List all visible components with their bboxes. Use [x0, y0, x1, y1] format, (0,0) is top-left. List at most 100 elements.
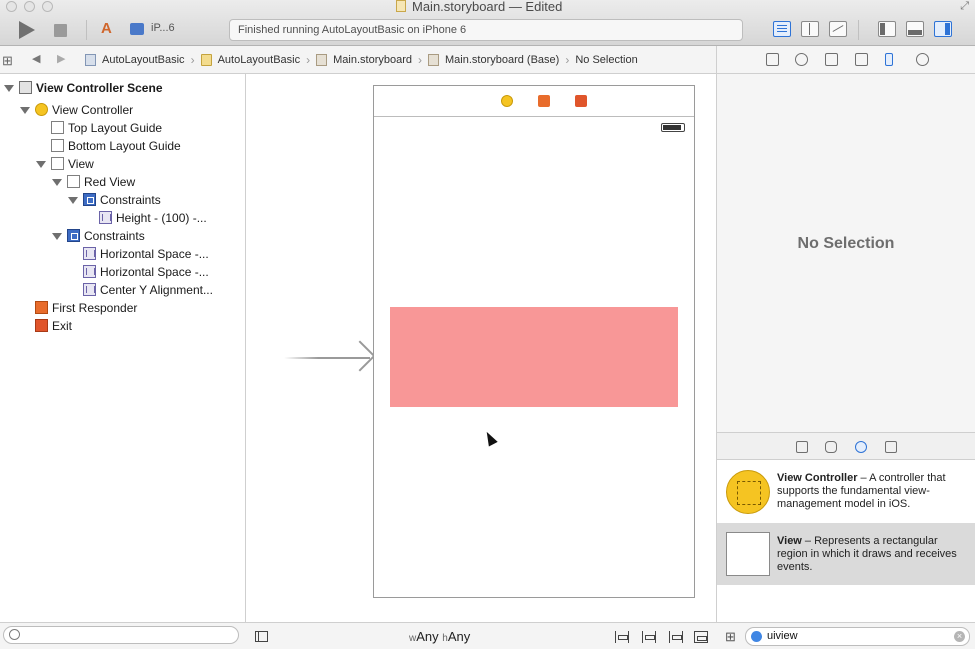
library-item-view-controller[interactable]: View Controller – A controller that supp…: [717, 460, 975, 522]
breadcrumb-storyboard[interactable]: Main.storyboard: [316, 54, 412, 66]
outline-label: First Responder: [52, 301, 138, 315]
run-button[interactable]: [19, 21, 35, 39]
debug-area-toggle-button[interactable]: [906, 21, 924, 37]
zoom-window-button[interactable]: [42, 1, 53, 12]
disclosure-triangle-icon[interactable]: [52, 179, 62, 186]
bottom-bar: wAny hAny ⊞ uiview ×: [0, 622, 975, 649]
device-icon[interactable]: [130, 23, 144, 35]
library-item-title: View Controller: [777, 472, 858, 484]
file-template-library-icon[interactable]: [796, 441, 808, 453]
outline-label: View Controller Scene: [36, 81, 163, 95]
outline-item-red-view[interactable]: Red View: [0, 173, 245, 191]
outline-label: View: [68, 157, 94, 171]
breadcrumb-storyboard-base[interactable]: Main.storyboard (Base): [428, 54, 559, 66]
clear-icon[interactable]: ×: [954, 631, 965, 642]
outline-item-view-controller[interactable]: View Controller: [0, 101, 245, 119]
outline-item-exit[interactable]: Exit: [0, 317, 245, 335]
outline-label: Red View: [84, 175, 136, 189]
constraint-icon: [83, 283, 96, 296]
outline-item-center-y-constraint[interactable]: Center Y Alignment...: [0, 281, 245, 299]
outline-item-scene[interactable]: View Controller Scene: [0, 79, 245, 97]
storyboard-file-icon: [396, 0, 406, 12]
standard-editor-button[interactable]: [773, 21, 791, 37]
close-window-button[interactable]: [6, 1, 17, 12]
toolbar-divider: [858, 20, 859, 40]
outline-item-first-responder[interactable]: First Responder: [0, 299, 245, 317]
outline-item-bottom-layout-guide[interactable]: Bottom Layout Guide: [0, 137, 245, 155]
stop-button[interactable]: [54, 24, 67, 37]
exit-icon: [35, 319, 48, 332]
view-controller-scene[interactable]: [373, 85, 695, 598]
library-item-desc: – Represents a rectangular region in whi…: [777, 535, 957, 573]
document-outline-toggle-icon[interactable]: [255, 631, 268, 642]
file-inspector-icon[interactable]: [766, 53, 779, 66]
view-controller-icon[interactable]: [501, 95, 513, 107]
resizing-behavior-icon[interactable]: [694, 631, 708, 643]
red-view[interactable]: [390, 307, 678, 407]
breadcrumb-project[interactable]: AutoLayoutBasic: [85, 54, 185, 66]
align-icon[interactable]: [615, 631, 629, 643]
outline-filter-field[interactable]: [3, 626, 239, 644]
disclosure-triangle-icon[interactable]: [68, 197, 78, 204]
related-items-grid-icon[interactable]: ⊞: [2, 53, 13, 69]
storyboard-icon: [428, 54, 439, 66]
toolbar-divider: [86, 20, 87, 40]
attributes-inspector-icon[interactable]: [855, 53, 868, 66]
library-filter-value[interactable]: uiview: [767, 630, 798, 642]
exit-icon[interactable]: [575, 95, 587, 107]
no-selection-label: No Selection: [797, 235, 895, 252]
fullscreen-icon[interactable]: ⤢: [960, 0, 969, 13]
back-arrow-icon[interactable]: ◀: [32, 52, 40, 65]
library-grid-view-icon[interactable]: ⊞: [725, 629, 736, 645]
storyboard-canvas[interactable]: [247, 74, 716, 622]
disclosure-triangle-icon[interactable]: [4, 85, 14, 92]
breadcrumb-label: Main.storyboard: [333, 54, 412, 66]
first-responder-icon[interactable]: [538, 95, 550, 107]
outline-item-top-layout-guide[interactable]: Top Layout Guide: [0, 119, 245, 137]
library-item-view[interactable]: View – Represents a rectangular region i…: [717, 523, 975, 585]
version-editor-button[interactable]: [829, 21, 847, 37]
identity-inspector-icon[interactable]: [825, 53, 838, 66]
outline-item-constraints[interactable]: Constraints: [0, 191, 245, 209]
assistant-editor-button[interactable]: [801, 21, 819, 37]
forward-arrow-icon[interactable]: ▶: [57, 52, 65, 65]
disclosure-triangle-icon[interactable]: [52, 233, 62, 240]
resolve-issues-icon[interactable]: [669, 631, 683, 643]
battery-icon: [661, 123, 685, 132]
code-snippet-library-icon[interactable]: [825, 441, 837, 453]
breadcrumb-label: Main.storyboard (Base): [445, 54, 560, 66]
outline-item-horizontal-space-constraint[interactable]: Horizontal Space -...: [0, 245, 245, 263]
utilities-area: No Selection View Controller – A control…: [716, 46, 975, 622]
size-inspector-icon[interactable]: [885, 53, 893, 66]
view-icon: [726, 532, 770, 576]
size-class-button[interactable]: wAny hAny: [409, 629, 470, 644]
breadcrumb-folder[interactable]: AutoLayoutBasic: [200, 54, 300, 66]
quick-help-icon[interactable]: [795, 53, 808, 66]
disclosure-triangle-icon[interactable]: [36, 161, 46, 168]
connections-inspector-icon[interactable]: [916, 53, 929, 66]
view-icon: [51, 157, 64, 170]
breadcrumb-label: AutoLayoutBasic: [102, 54, 185, 66]
outline-item-view[interactable]: View: [0, 155, 245, 173]
outline-label: Constraints: [84, 229, 145, 243]
panel-indicator: [945, 23, 950, 35]
window-title: Main.storyboard — Edited: [396, 0, 562, 14]
project-icon: [85, 54, 96, 66]
pin-icon[interactable]: [642, 631, 656, 643]
library-filter-field[interactable]: uiview ×: [745, 627, 970, 646]
utilities-toggle-button[interactable]: [934, 21, 952, 37]
navigator-toggle-button[interactable]: [878, 21, 896, 37]
disclosure-triangle-icon[interactable]: [20, 107, 30, 114]
app-target-icon[interactable]: A: [101, 20, 118, 37]
outline-label: Constraints: [100, 193, 161, 207]
breadcrumb-selection[interactable]: No Selection: [575, 54, 637, 66]
outline-item-horizontal-space-constraint[interactable]: Horizontal Space -...: [0, 263, 245, 281]
outline-item-constraints[interactable]: Constraints: [0, 227, 245, 245]
scheme-device-label[interactable]: iP...6: [151, 22, 175, 34]
minimize-window-button[interactable]: [24, 1, 35, 12]
filter-icon: [751, 631, 762, 642]
outline-item-height-constraint[interactable]: Height - (100) -...: [0, 209, 245, 227]
view-icon: [67, 175, 80, 188]
object-library-icon[interactable]: [855, 441, 867, 453]
media-library-icon[interactable]: [885, 441, 897, 453]
